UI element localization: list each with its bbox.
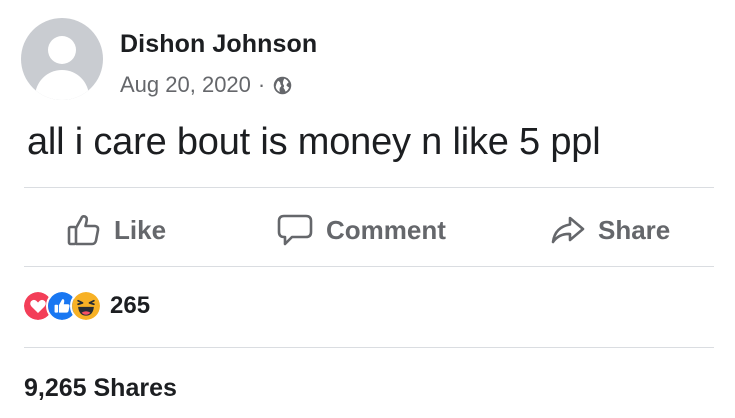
haha-reaction-icon (70, 290, 102, 322)
avatar-head (48, 36, 76, 64)
thumbs-up-icon (67, 214, 100, 246)
avatar[interactable] (21, 18, 103, 100)
reaction-count: 265 (110, 292, 151, 319)
post-meta: Aug 20, 2020 · (120, 72, 293, 98)
reactions-summary[interactable]: 265 (22, 288, 150, 324)
like-button[interactable]: Like (66, 205, 166, 255)
author-name[interactable]: Dishon Johnson (120, 30, 317, 59)
meta-separator: · (257, 72, 266, 97)
comment-icon (277, 214, 313, 246)
comment-label: Comment (326, 214, 446, 245)
action-bar: Like Comment Share (0, 205, 735, 255)
facebook-post: Dishon Johnson Aug 20, 2020 · all i care… (0, 0, 735, 418)
comment-button[interactable]: Comment (276, 205, 446, 255)
divider (24, 347, 714, 348)
share-button[interactable]: Share (550, 205, 670, 255)
globe-icon (273, 76, 292, 94)
shares-count[interactable]: 9,265 Shares (24, 374, 177, 403)
avatar-body (35, 70, 89, 100)
post-date[interactable]: Aug 20, 2020 (120, 72, 251, 98)
share-label: Share (598, 214, 671, 245)
post-text: all i care bout is money n like 5 ppl (27, 121, 601, 163)
like-label: Like (114, 214, 167, 245)
divider (24, 187, 714, 188)
divider (24, 266, 714, 267)
share-arrow-icon (551, 216, 585, 244)
